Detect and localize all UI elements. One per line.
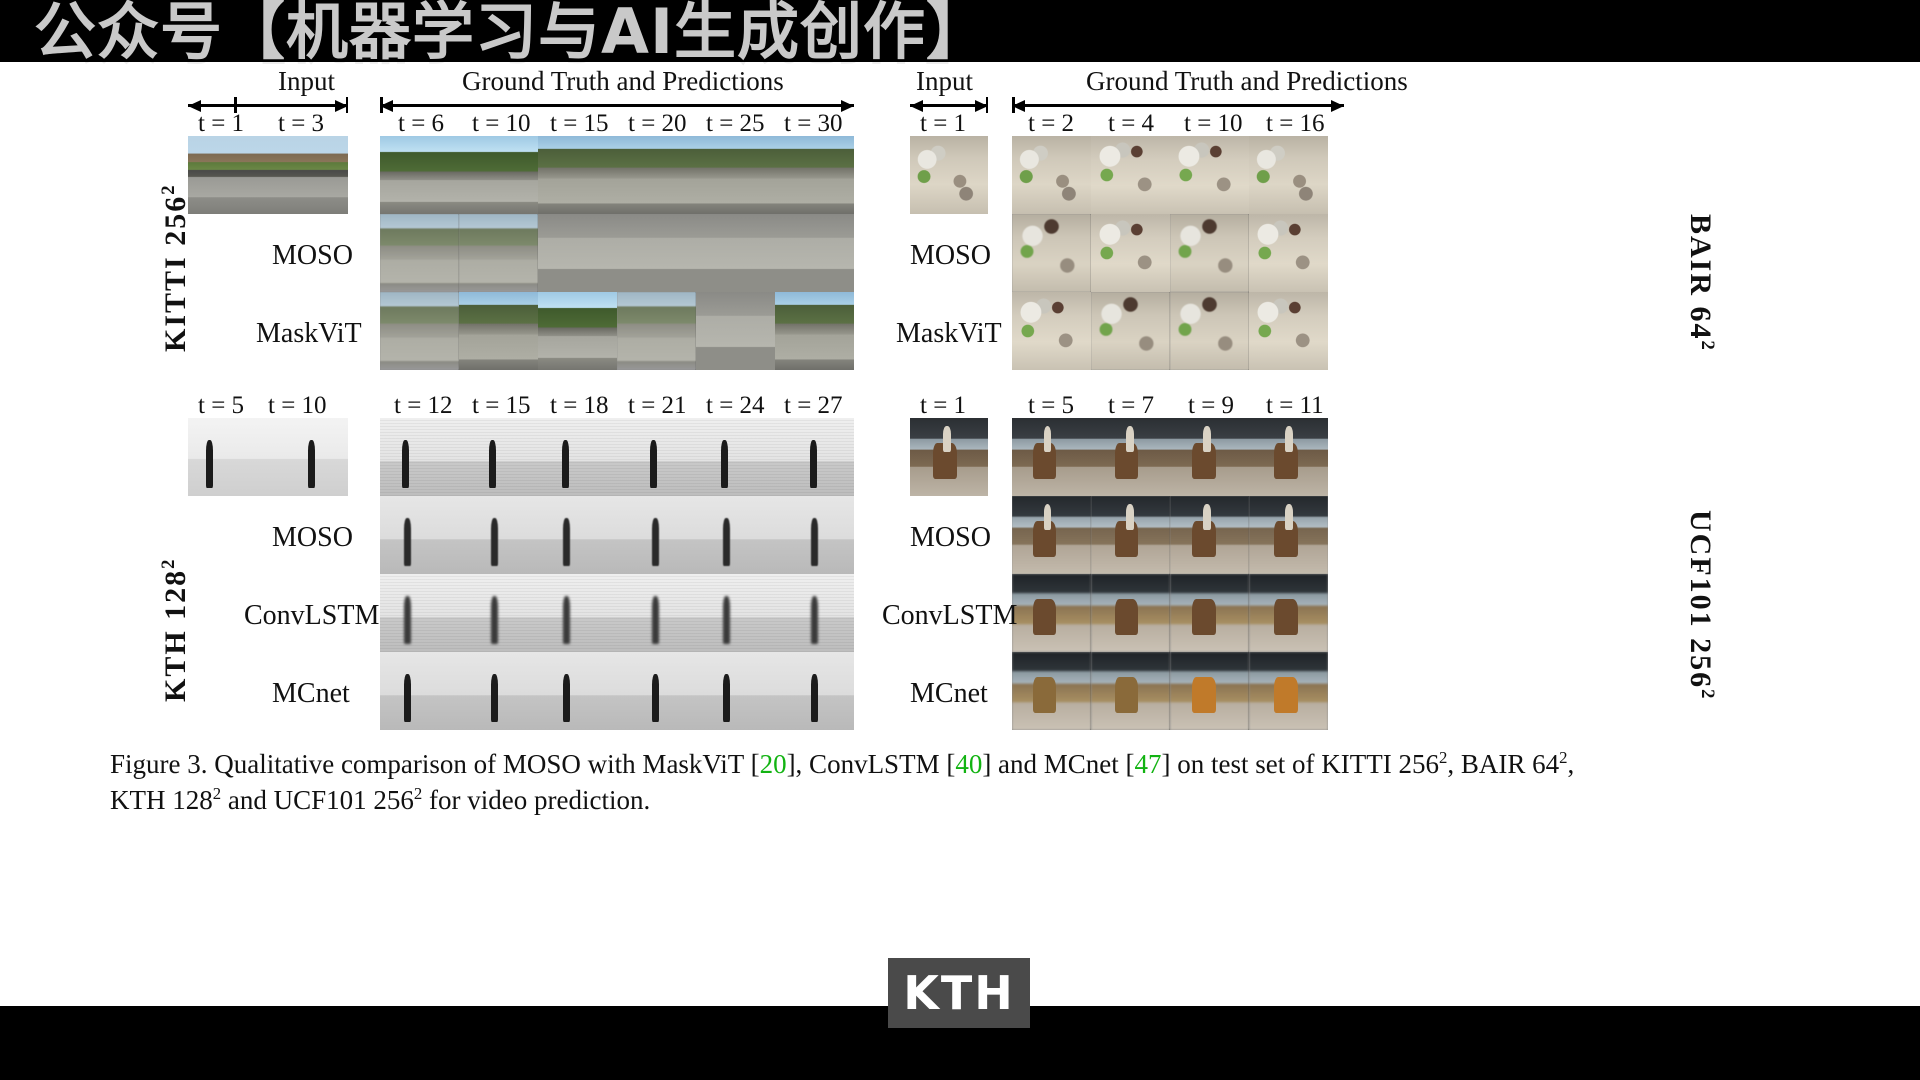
bair-pred-tick-3: t = 16: [1266, 110, 1325, 137]
dataset-label-kitti-text: KITTI 256: [159, 194, 192, 352]
kitti-maskvit-row[interactable]: [380, 292, 854, 370]
kitti-gt-row[interactable]: [380, 136, 854, 214]
paper-sheet: 公众号【机器学习与AI生成创作】 Input Ground Truth and …: [0, 62, 1920, 1006]
ucf-input-row[interactable]: [910, 418, 988, 496]
kitti-pred-tick-2: t = 15: [550, 110, 609, 137]
dataset-label-bair-text: BAIR 64: [1684, 214, 1717, 341]
ucf-gt-row[interactable]: [1012, 418, 1328, 496]
ucf-pred-tick-2: t = 9: [1188, 392, 1235, 419]
kth-input-tick-1: t = 10: [268, 392, 327, 419]
ucf-mcnet-row[interactable]: [1012, 652, 1328, 730]
ucf-row-label-mcnet: MCnet: [910, 678, 988, 709]
bair-gt-row[interactable]: [1012, 136, 1328, 214]
caption-seg-2: ], ConvLSTM [: [786, 749, 956, 779]
caption-seg-7: KTH 128: [110, 785, 213, 816]
bair-pred-tick-1: t = 4: [1108, 110, 1155, 137]
kitti-input-header: Input: [278, 66, 335, 96]
chinese-watermark-text: 公众号【机器学习与AI生成创作】: [34, 0, 990, 68]
ucf-convlstm-row[interactable]: [1012, 574, 1328, 652]
kth-pred-tick-5: t = 27: [784, 392, 843, 419]
dataset-label-bair-sup: 2: [1697, 340, 1718, 352]
caption-ref-20[interactable]: 20: [760, 749, 787, 779]
kitti-moso-row[interactable]: [380, 214, 854, 292]
caption-seg-9: for video prediction.: [422, 785, 651, 816]
bair-input-tick-0: t = 1: [920, 110, 967, 137]
ucf-pred-tick-0: t = 5: [1028, 392, 1075, 419]
caption-seg-5: , BAIR 64: [1447, 749, 1560, 779]
kitti-input-row[interactable]: [188, 136, 348, 214]
kth-pred-tick-1: t = 15: [472, 392, 531, 419]
caption-seg-8: and UCF101 256: [221, 785, 414, 816]
dataset-label-kitti: KITTI 2562: [158, 183, 193, 352]
kitti-row-label-maskvit: MaskViT: [256, 318, 362, 349]
kth-mcnet-row[interactable]: [380, 652, 854, 730]
kitti-pred-tick-0: t = 6: [398, 110, 445, 137]
kth-pred-tick-2: t = 18: [550, 392, 609, 419]
kitti-pred-tick-4: t = 25: [706, 110, 765, 137]
caption-seg-6: ,: [1567, 749, 1575, 779]
caption-seg-4: ] on test set of KITTI 256: [1161, 749, 1439, 779]
kitti-pred-tick-5: t = 30: [784, 110, 843, 137]
ucf-pred-tick-1: t = 7: [1108, 392, 1155, 419]
kitti-gt-header: Ground Truth and Predictions: [462, 66, 784, 96]
ucf-row-label-convlstm: ConvLSTM: [882, 600, 1018, 631]
kth-input-row[interactable]: [188, 418, 348, 496]
bair-row-label-moso: MOSO: [910, 240, 991, 271]
kitti-pred-tick-1: t = 10: [472, 110, 531, 137]
kth-row-label-moso: MOSO: [272, 522, 353, 553]
bair-row-label-maskvit: MaskViT: [896, 318, 1002, 349]
dataset-label-ucf101-text: UCF101 256: [1684, 510, 1717, 690]
kth-row-label-convlstm: ConvLSTM: [244, 600, 380, 631]
ucf-pred-tick-3: t = 11: [1266, 392, 1324, 419]
kitti-input-tick-1: t = 3: [278, 110, 325, 137]
kitti-pred-tick-3: t = 20: [628, 110, 687, 137]
kth-watermark-badge: KTH: [888, 958, 1030, 1028]
bair-pred-tick-0: t = 2: [1028, 110, 1075, 137]
bair-pred-tick-2: t = 10: [1184, 110, 1243, 137]
kth-moso-row[interactable]: [380, 496, 854, 574]
caption-ref-47[interactable]: 47: [1135, 749, 1162, 779]
caption-seg-3: ] and MCnet [: [982, 749, 1135, 779]
caption-seg-1: Figure 3. Qualitative comparison of MOSO…: [110, 749, 760, 779]
kth-pred-tick-3: t = 21: [628, 392, 687, 419]
ucf-input-tick-0: t = 1: [920, 392, 967, 419]
dataset-label-kth: KTH 1282: [158, 558, 193, 702]
kth-input-tick-0: t = 5: [198, 392, 245, 419]
bair-gt-header: Ground Truth and Predictions: [1086, 66, 1408, 96]
kth-pred-tick-4: t = 24: [706, 392, 765, 419]
kitti-gt-rule: [380, 97, 854, 113]
ucf-moso-row[interactable]: [1012, 496, 1328, 574]
figure-caption: Figure 3. Qualitative comparison of MOSO…: [110, 746, 1830, 819]
caption-ref-40[interactable]: 40: [955, 749, 982, 779]
dataset-label-kitti-sup: 2: [158, 183, 179, 195]
kitti-row-label-moso: MOSO: [272, 240, 353, 271]
dataset-label-ucf101: UCF101 2562: [1683, 510, 1718, 700]
dataset-label-ucf101-sup: 2: [1697, 689, 1718, 701]
kth-pred-tick-0: t = 12: [394, 392, 453, 419]
dataset-label-kth-sup: 2: [158, 557, 179, 569]
caption-sup-c: 2: [212, 784, 222, 804]
bair-input-row[interactable]: [910, 136, 988, 214]
kth-convlstm-row[interactable]: [380, 574, 854, 652]
bair-maskvit-row[interactable]: [1012, 292, 1328, 370]
kth-row-label-mcnet: MCnet: [272, 678, 350, 709]
dataset-label-kth-text: KTH 128: [159, 568, 192, 702]
dataset-label-bair: BAIR 642: [1683, 214, 1718, 352]
ucf-row-label-moso: MOSO: [910, 522, 991, 553]
kth-gt-row[interactable]: [380, 418, 854, 496]
kitti-input-tick-0: t = 1: [198, 110, 245, 137]
screenshot-root: 公众号【机器学习与AI生成创作】 公众号【机器学习与AI生成创作】 Input …: [0, 0, 1920, 1080]
caption-sup-d: 2: [413, 784, 423, 804]
bair-input-header: Input: [916, 66, 973, 96]
bair-moso-row[interactable]: [1012, 214, 1328, 292]
